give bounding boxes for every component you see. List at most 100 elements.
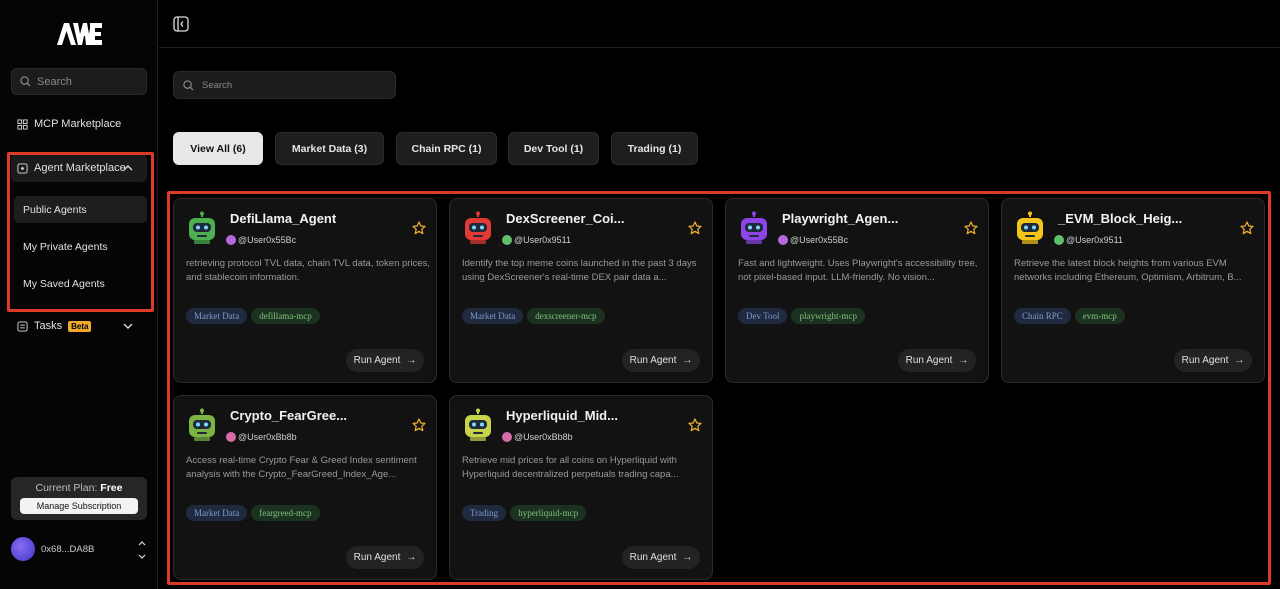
agent-tags: Market Data defillama-mcp bbox=[186, 308, 320, 324]
chevron-updown-icon[interactable] bbox=[137, 539, 147, 561]
agent-tags: Trading hyperliquid-mcp bbox=[462, 505, 587, 521]
run-agent-label: Run Agent bbox=[629, 355, 677, 366]
agent-card[interactable]: Playwright_Agen... @User0x55Bc Fast and … bbox=[725, 198, 989, 383]
run-agent-button[interactable]: Run Agent → bbox=[898, 349, 976, 372]
category-tag: Market Data bbox=[186, 505, 248, 521]
sidebar-item-public-agents[interactable]: Public Agents bbox=[14, 196, 147, 223]
agent-description: retrieving protocol TVL data, chain TVL … bbox=[186, 258, 430, 283]
tab-market-data[interactable]: Market Data (3) bbox=[275, 132, 384, 165]
run-agent-label: Run Agent bbox=[1181, 355, 1229, 366]
run-agent-label: Run Agent bbox=[353, 552, 401, 563]
agent-owner: @User0x9511 bbox=[502, 235, 571, 245]
agent-name[interactable]: DexScreener_Coi... bbox=[506, 211, 625, 226]
nav-tasks-label: Tasks bbox=[34, 320, 63, 332]
owner-avatar bbox=[778, 235, 788, 245]
category-tag: Chain RPC bbox=[1014, 308, 1071, 324]
agent-name[interactable]: _EVM_Block_Heig... bbox=[1058, 211, 1182, 226]
robot-avatar-icon bbox=[189, 408, 215, 441]
sidebar: Search MCP Marketplace Agent Marketplace… bbox=[0, 0, 158, 589]
mcp-tag: defillama-mcp bbox=[251, 308, 320, 324]
owner-avatar bbox=[502, 235, 512, 245]
star-icon[interactable] bbox=[1240, 221, 1254, 235]
run-agent-button[interactable]: Run Agent → bbox=[622, 349, 700, 372]
tab-trading[interactable]: Trading (1) bbox=[611, 132, 698, 165]
star-icon[interactable] bbox=[412, 221, 426, 235]
user-menu[interactable]: 0x68...DA8B bbox=[11, 537, 151, 561]
category-tag: Market Data bbox=[186, 308, 248, 324]
agent-search-input[interactable]: Search bbox=[173, 71, 396, 99]
agent-name[interactable]: Playwright_Agen... bbox=[782, 211, 898, 226]
sidebar-item-saved-agents[interactable]: My Saved Agents bbox=[14, 270, 147, 297]
agent-description: Fast and lightweight. Uses Playwright's … bbox=[738, 258, 978, 283]
sidebar-collapse-icon[interactable] bbox=[173, 16, 189, 32]
nav-mcp-label: MCP Marketplace bbox=[34, 118, 122, 130]
star-icon[interactable] bbox=[688, 418, 702, 432]
agent-tags: Dev Tool playwright-mcp bbox=[738, 308, 865, 324]
run-agent-button[interactable]: Run Agent → bbox=[622, 546, 700, 569]
robot-avatar-icon bbox=[189, 211, 215, 244]
sidebar-item-private-agents[interactable]: My Private Agents bbox=[14, 233, 147, 260]
agent-owner: @User0xBb8b bbox=[226, 432, 297, 442]
run-agent-button[interactable]: Run Agent → bbox=[346, 349, 424, 372]
current-plan: Current Plan: Free bbox=[35, 482, 123, 494]
mcp-tag: hyperliquid-mcp bbox=[510, 505, 587, 521]
sidebar-item-label: My Private Agents bbox=[23, 240, 108, 253]
arrow-right-icon: → bbox=[682, 552, 693, 563]
run-agent-label: Run Agent bbox=[353, 355, 401, 366]
agent-description: Retrieve mid prices for all coins on Hyp… bbox=[462, 455, 679, 480]
manage-subscription-button[interactable]: Manage Subscription bbox=[20, 498, 138, 514]
star-icon[interactable] bbox=[964, 221, 978, 235]
nav-agent-label: Agent Marketplace bbox=[34, 162, 126, 174]
mcp-tag: feargreed-mcp bbox=[251, 505, 320, 521]
tab-dev-tool[interactable]: Dev Tool (1) bbox=[508, 132, 599, 165]
agent-icon bbox=[17, 162, 28, 174]
arrow-right-icon: → bbox=[406, 355, 417, 366]
arrow-right-icon: → bbox=[958, 355, 969, 366]
nav-mcp-marketplace[interactable]: MCP Marketplace bbox=[11, 110, 147, 138]
agent-name[interactable]: DefiLlama_Agent bbox=[230, 211, 336, 226]
agent-card[interactable]: _EVM_Block_Heig... @User0x9511 Retrieve … bbox=[1001, 198, 1265, 383]
sidebar-search-input[interactable]: Search bbox=[11, 68, 147, 95]
agent-name[interactable]: Crypto_FearGree... bbox=[230, 408, 347, 423]
tab-view-all[interactable]: View All (6) bbox=[173, 132, 263, 165]
agent-search-placeholder: Search bbox=[202, 79, 233, 91]
arrow-right-icon: → bbox=[682, 355, 693, 366]
nav-agent-marketplace[interactable]: Agent Marketplace bbox=[11, 154, 147, 182]
robot-avatar-icon bbox=[465, 408, 491, 441]
run-agent-button[interactable]: Run Agent → bbox=[1174, 349, 1252, 372]
agent-card[interactable]: DexScreener_Coi... @User0x9511 Identify … bbox=[449, 198, 713, 383]
run-agent-button[interactable]: Run Agent → bbox=[346, 546, 424, 569]
arrow-right-icon: → bbox=[1234, 355, 1245, 366]
run-agent-label: Run Agent bbox=[905, 355, 953, 366]
sidebar-search-placeholder: Search bbox=[37, 75, 72, 88]
awe-logo[interactable] bbox=[56, 22, 102, 46]
owner-avatar bbox=[1054, 235, 1064, 245]
user-address: 0x68...DA8B bbox=[41, 543, 95, 555]
top-bar bbox=[159, 0, 1280, 48]
star-icon[interactable] bbox=[412, 418, 426, 432]
owner-handle: @User0x55Bc bbox=[790, 235, 849, 245]
nav-tasks[interactable]: Tasks Beta bbox=[11, 312, 147, 340]
owner-handle: @User0x55Bc bbox=[238, 235, 297, 245]
owner-avatar bbox=[226, 235, 236, 245]
owner-handle: @User0xBb8b bbox=[514, 432, 573, 442]
mcp-tag: dexscreener-mcp bbox=[527, 308, 605, 324]
beta-badge: Beta bbox=[68, 320, 92, 332]
sidebar-item-label: My Saved Agents bbox=[23, 277, 105, 290]
search-icon bbox=[183, 79, 194, 91]
mcp-tag: playwright-mcp bbox=[791, 308, 865, 324]
agent-owner: @User0x55Bc bbox=[226, 235, 296, 245]
run-agent-label: Run Agent bbox=[629, 552, 677, 563]
chevron-down-icon[interactable] bbox=[123, 321, 133, 331]
agent-owner: @User0xBb8b bbox=[502, 432, 573, 442]
star-icon[interactable] bbox=[688, 221, 702, 235]
tab-chain-rpc[interactable]: Chain RPC (1) bbox=[396, 132, 497, 165]
agent-card[interactable]: DefiLlama_Agent @User0x55Bc retrieving p… bbox=[173, 198, 437, 383]
owner-avatar bbox=[502, 432, 512, 442]
agent-card[interactable]: Hyperliquid_Mid... @User0xBb8b Retrieve … bbox=[449, 395, 713, 580]
agent-card[interactable]: Crypto_FearGree... @User0xBb8b Access re… bbox=[173, 395, 437, 580]
agent-name[interactable]: Hyperliquid_Mid... bbox=[506, 408, 618, 423]
chevron-up-icon[interactable] bbox=[123, 163, 133, 173]
owner-handle: @User0x9511 bbox=[1066, 235, 1123, 245]
owner-avatar bbox=[226, 432, 236, 442]
